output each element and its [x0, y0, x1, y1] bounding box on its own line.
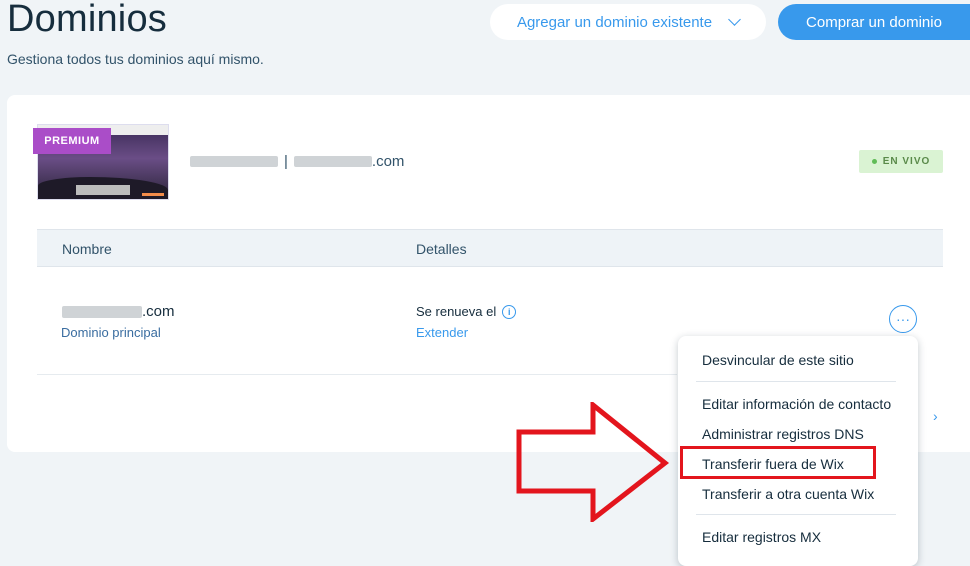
- add-existing-domain-button[interactable]: Agregar un dominio existente: [490, 4, 766, 40]
- renewal-info: Se renueva el i: [416, 304, 517, 319]
- buy-domain-button[interactable]: Comprar un dominio: [778, 4, 970, 40]
- annotation-arrow-icon: [516, 402, 670, 522]
- menu-item-transfer-account[interactable]: Transferir a otra cuenta Wix: [702, 486, 874, 502]
- menu-divider: [696, 514, 896, 515]
- thumbnail-bar: [76, 185, 130, 195]
- redacted-site-name: [190, 156, 278, 167]
- annotation-highlight-box: [680, 446, 876, 479]
- chevron-right-icon[interactable]: ›: [933, 408, 938, 424]
- menu-divider: [696, 381, 896, 382]
- column-header-name: Nombre: [62, 241, 112, 257]
- domain-name: .com: [62, 303, 175, 320]
- menu-item-unlink[interactable]: Desvincular de este sitio: [702, 352, 854, 368]
- live-dot-icon: [871, 159, 877, 164]
- thumbnail-accent: [142, 193, 164, 196]
- redacted-domain-name: [62, 305, 142, 318]
- status-label: EN VIVO: [882, 156, 931, 167]
- site-domain-suffix: .com: [371, 153, 405, 170]
- page-title: Dominios: [7, 0, 167, 40]
- status-badge: EN VIVO: [859, 150, 943, 173]
- domain-type: Dominio principal: [61, 325, 161, 340]
- menu-item-manage-dns[interactable]: Administrar registros DNS: [702, 426, 864, 442]
- more-actions-button[interactable]: ···: [889, 305, 917, 333]
- premium-badge: PREMIUM: [33, 128, 111, 154]
- extend-link[interactable]: Extender: [416, 325, 468, 340]
- menu-item-edit-mx[interactable]: Editar registros MX: [702, 529, 821, 545]
- renewal-label: Se renueva el: [416, 304, 497, 319]
- column-header-details: Detalles: [416, 241, 467, 257]
- table-header: Nombre Detalles: [37, 229, 943, 267]
- page-subtitle: Gestiona todos tus dominios aquí mismo.: [7, 51, 264, 67]
- row-divider: [37, 374, 677, 375]
- add-existing-domain-label: Agregar un dominio existente: [516, 13, 713, 31]
- redacted-domain: [293, 156, 372, 167]
- site-name: | .com: [190, 153, 404, 170]
- site-separator: |: [284, 153, 288, 170]
- chevron-down-icon: [728, 13, 741, 26]
- domain-suffix: .com: [142, 303, 175, 320]
- info-icon[interactable]: i: [502, 304, 517, 319]
- menu-item-edit-contact[interactable]: Editar información de contacto: [702, 396, 891, 412]
